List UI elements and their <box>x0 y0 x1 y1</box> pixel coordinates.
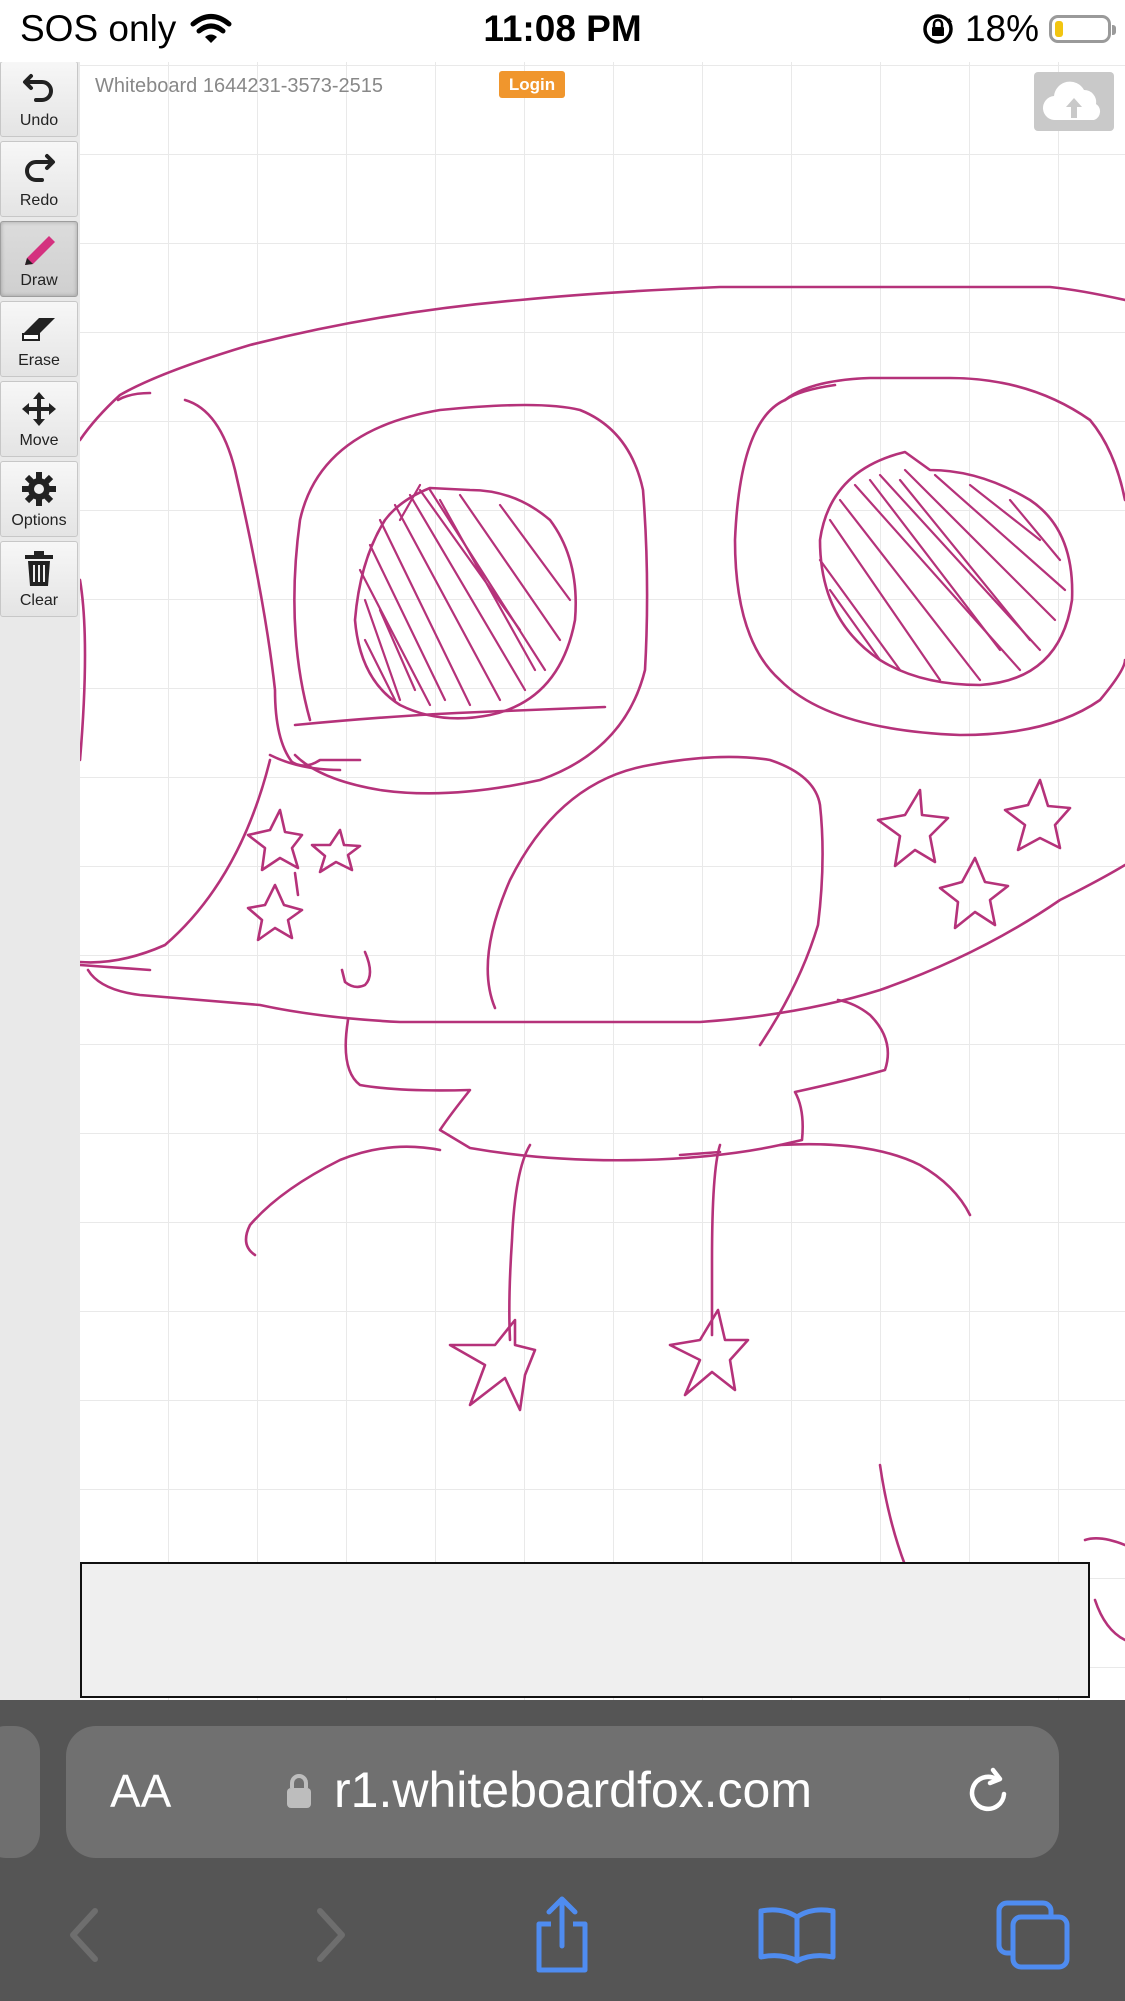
pencil-icon <box>25 236 55 265</box>
clear-label: Clear <box>19 592 59 609</box>
browser-nav-row <box>0 1890 1125 1980</box>
reload-icon[interactable] <box>964 1764 1016 1820</box>
move-label: Move <box>19 432 59 449</box>
undo-label: Undo <box>19 112 59 129</box>
orientation-lock-icon <box>923 14 953 44</box>
tabs-icon <box>996 1900 1070 1970</box>
move-icon <box>22 392 56 426</box>
back-button[interactable] <box>40 1890 130 1980</box>
battery-icon <box>1049 15 1116 43</box>
text-size-button[interactable]: AA <box>110 1764 171 1818</box>
bottom-panel <box>80 1562 1090 1698</box>
share-icon <box>536 1896 588 1973</box>
eraser-icon <box>22 318 55 341</box>
bookmarks-button[interactable] <box>752 1890 842 1980</box>
clear-button[interactable]: Clear <box>0 541 78 617</box>
trash-icon <box>25 551 53 586</box>
text-size-label: AA <box>110 1765 172 1817</box>
upload-button[interactable] <box>1034 72 1114 131</box>
forward-button[interactable] <box>285 1890 375 1980</box>
back-icon <box>70 1908 98 1962</box>
gear-icon <box>22 472 56 506</box>
options-button[interactable]: Options <box>0 461 78 537</box>
undo-icon <box>23 74 53 102</box>
cloud-upload-icon <box>1042 81 1101 121</box>
draw-label: Draw <box>20 272 58 289</box>
battery-percent: 18% <box>964 8 1039 49</box>
erase-label: Erase <box>18 352 60 369</box>
undo-button[interactable]: Undo <box>0 61 78 137</box>
url-text: r1.whiteboardfox.com <box>334 1762 813 1818</box>
previous-tab-peek[interactable] <box>0 1726 40 1858</box>
browser-bottom-bar: AA r1.whiteboardfox.com <box>0 1700 1125 2001</box>
redo-button[interactable]: Redo <box>0 141 78 217</box>
tabs-button[interactable] <box>988 1890 1078 1980</box>
redo-label: Redo <box>19 192 59 209</box>
redo-icon <box>25 154 55 182</box>
status-bar: SOS only 11:08 PM 18% <box>0 0 1125 62</box>
erase-button[interactable]: Erase <box>0 301 78 377</box>
options-label: Options <box>11 512 67 529</box>
drawing-layer <box>78 285 1125 1642</box>
move-button[interactable]: Move <box>0 381 78 457</box>
address-bar[interactable]: AA r1.whiteboardfox.com <box>66 1726 1059 1858</box>
forward-icon <box>317 1908 345 1962</box>
whiteboard-title: Whiteboard 1644231-3573-2515 <box>95 75 383 97</box>
login-button[interactable]: Login <box>499 71 565 98</box>
status-right: 18% <box>921 8 1116 50</box>
draw-button[interactable]: Draw <box>0 221 78 297</box>
share-button[interactable] <box>517 1890 607 1980</box>
lock-icon <box>287 1774 311 1808</box>
bookmarks-icon <box>758 1907 836 1964</box>
whiteboard-toolbar: Undo Redo Draw Erase Move Options Clear <box>0 61 80 1701</box>
